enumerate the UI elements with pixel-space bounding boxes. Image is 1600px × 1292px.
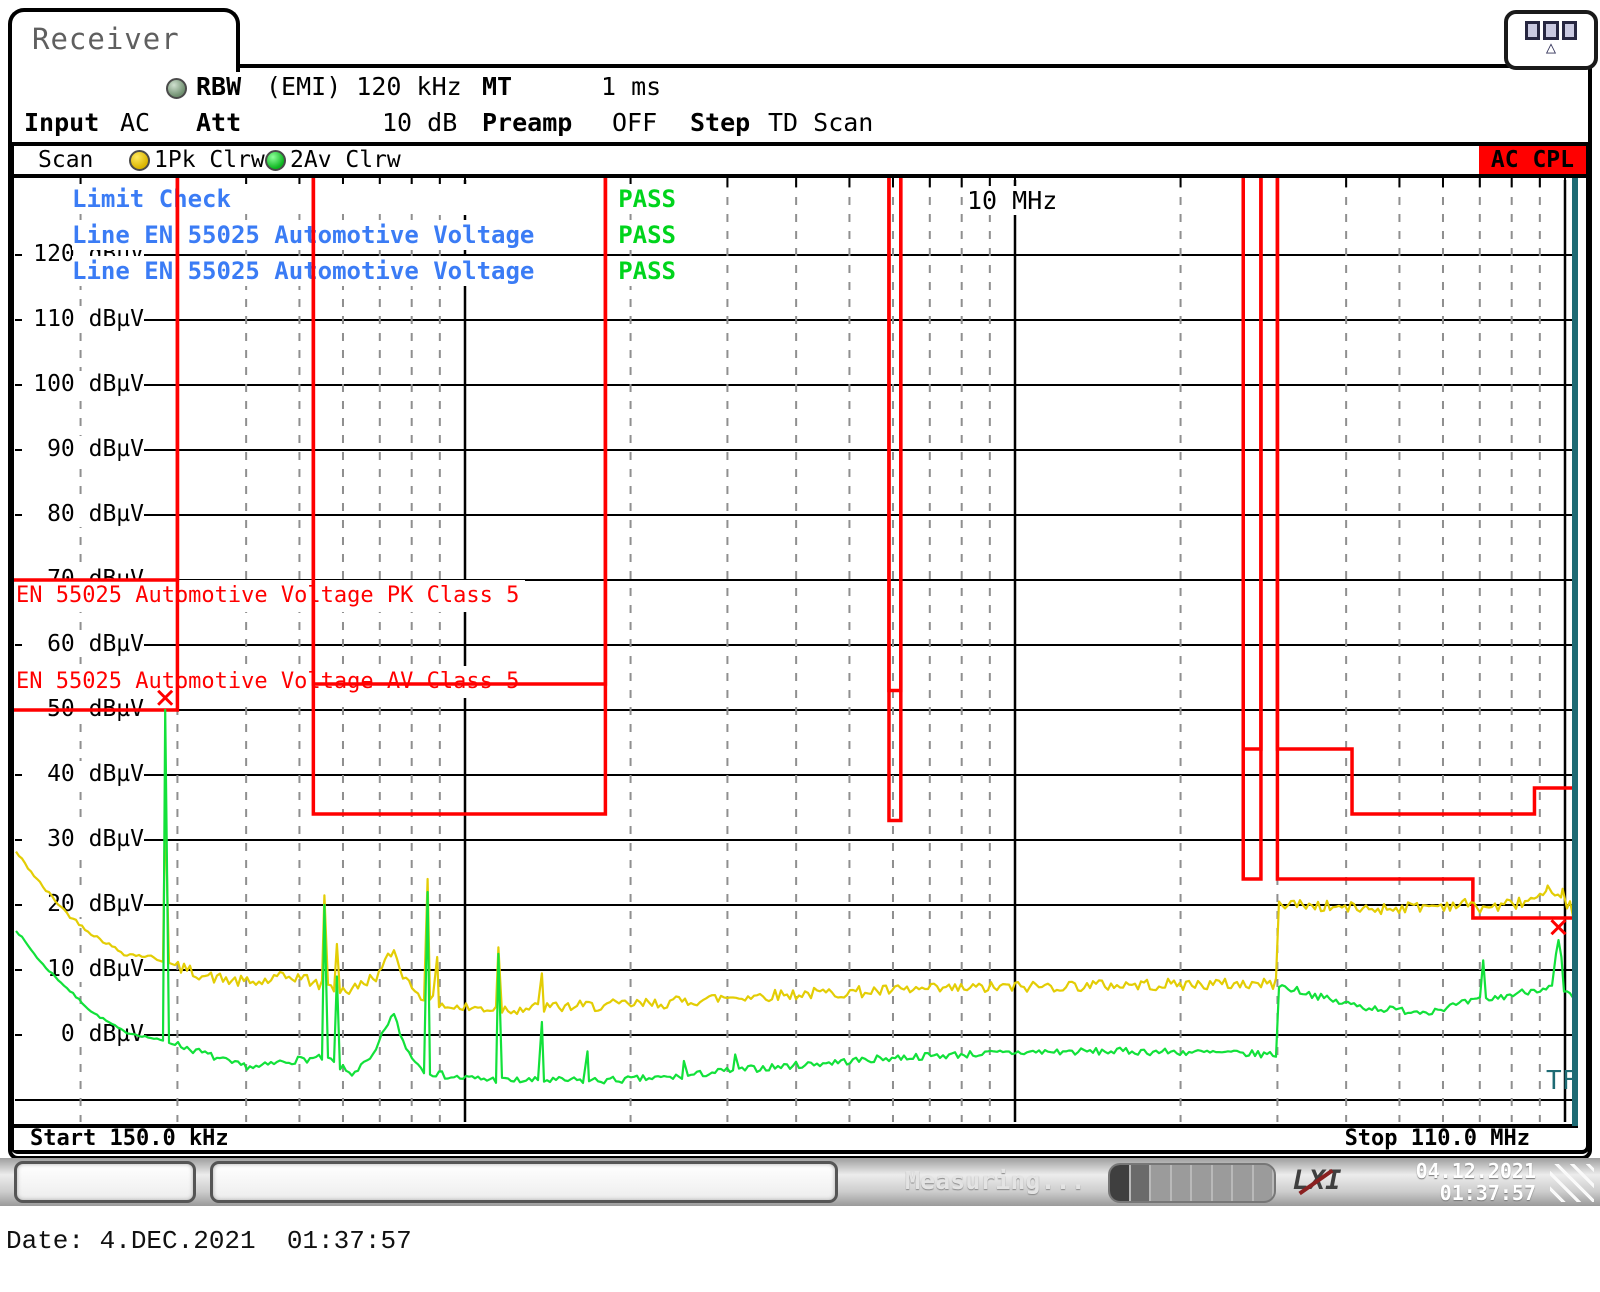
marker-x-icon (1551, 920, 1565, 934)
preamp-value[interactable]: OFF (612, 108, 657, 137)
trace1-led-icon (129, 150, 150, 171)
scan-bar: Scan 1Pk Clrw 2Av Clrw AC CPL (14, 146, 1586, 178)
plot-right-edge (1572, 178, 1578, 1126)
preamp-label: Preamp (482, 108, 572, 137)
taskbar-datetime: 04.12.2021 01:37:57 (1380, 1160, 1536, 1204)
mt-value[interactable]: 1 ms (601, 72, 661, 101)
status-taskbar: Measuring... LXI 04.12.2021 01:37:57 (0, 1158, 1600, 1206)
triangle-icon: △ (1508, 40, 1594, 57)
taskbar-time: 01:37:57 (1380, 1182, 1536, 1204)
softkey-button-1[interactable] (14, 1161, 196, 1203)
measurement-window: Scan 1Pk Clrw 2Av Clrw AC CPL 120 dBµV11… (10, 142, 1590, 1154)
page-date-line: Date: 4.DEC.2021 01:37:57 (6, 1226, 412, 1256)
resize-grip-icon[interactable] (1550, 1164, 1594, 1202)
ac-coupling-badge: AC CPL (1479, 146, 1586, 174)
receiver-screen: Receiver △ RBW (EMI) 120 kHz MT 1 ms Inp… (0, 0, 1600, 1292)
att-value[interactable]: 10 dB (382, 108, 457, 137)
plot-area[interactable]: 120 dBµV110 dBµV100 dBµV90 dBµV80 dBµV70… (14, 178, 1578, 1126)
step-value[interactable]: TD Scan (768, 108, 873, 137)
mt-label: MT (482, 72, 512, 101)
scan-title: Scan (38, 147, 93, 173)
stop-frequency[interactable]: Stop 110.0 MHz (1345, 1128, 1530, 1150)
tab-receiver[interactable]: Receiver (8, 8, 240, 72)
input-label: Input (24, 108, 99, 137)
tab-title: Receiver (32, 22, 236, 56)
rbw-label: RBW (196, 72, 241, 101)
lxi-icon: LXI (1288, 1166, 1346, 1196)
att-label: Att (196, 108, 241, 137)
trace2-led-icon (265, 150, 286, 171)
start-frequency[interactable]: Start 150.0 kHz (30, 1128, 229, 1150)
taskbar-date: 04.12.2021 (1380, 1160, 1536, 1182)
measuring-status: Measuring... (905, 1166, 1086, 1195)
rbw-led-icon (166, 78, 187, 99)
softkey-button-2[interactable] (210, 1161, 838, 1203)
step-label: Step (690, 108, 750, 137)
rbw-value[interactable]: (EMI) 120 kHz (266, 72, 462, 101)
display-select-button[interactable]: △ (1504, 10, 1598, 70)
trace-layer (14, 178, 1578, 1126)
marker-x-icon (158, 691, 172, 705)
trace2-label[interactable]: 2Av Clrw (290, 147, 401, 173)
measure-progress-bar (1108, 1163, 1276, 1203)
trace1-label[interactable]: 1Pk Clrw (154, 147, 265, 173)
frequency-footer: Start 150.0 kHz Stop 110.0 MHz (14, 1124, 1578, 1150)
input-value[interactable]: AC (120, 108, 150, 137)
